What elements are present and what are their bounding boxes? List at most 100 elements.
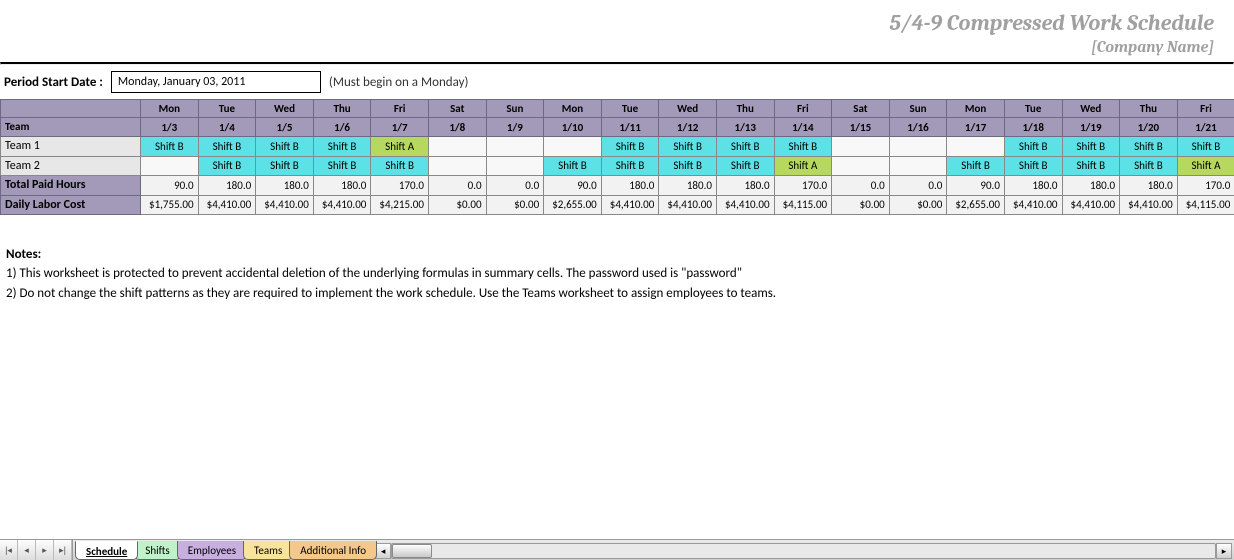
sheet-tabs-list: ScheduleShiftsEmployeesTeamsAdditional I… <box>73 541 373 560</box>
totals-value: 0.0 <box>486 176 544 195</box>
horizontal-scrollbar[interactable]: ◂ ▸ <box>375 542 1232 560</box>
totals-value: $0.00 <box>486 195 544 214</box>
shift-cell[interactable]: Shift B <box>659 156 717 175</box>
totals-value: 180.0 <box>1062 176 1120 195</box>
shift-cell[interactable]: Shift B <box>198 156 256 175</box>
shift-cell[interactable]: Shift B <box>1120 156 1178 175</box>
shift-cell[interactable]: Shift B <box>1004 137 1062 156</box>
header-dow: Wed <box>659 100 717 118</box>
scroll-left-button[interactable]: ◂ <box>375 543 391 559</box>
shift-cell[interactable]: Shift B <box>313 156 371 175</box>
header-date: 1/17 <box>947 118 1005 137</box>
period-start-input[interactable] <box>111 71 321 93</box>
period-start-label: Period Start Date : <box>4 75 103 90</box>
header-date: 1/13 <box>716 118 774 137</box>
shift-cell[interactable]: Shift B <box>198 137 256 156</box>
shift-cell[interactable]: Shift B <box>1062 156 1120 175</box>
shift-cell[interactable]: Shift B <box>601 156 659 175</box>
shift-cell[interactable]: Shift B <box>371 156 429 175</box>
header-date: 1/9 <box>486 118 544 137</box>
sheet-nav: |◂ ◂ ▸ ▸| <box>0 540 73 560</box>
sheet-nav-first-button[interactable]: |◂ <box>0 540 18 560</box>
shift-cell[interactable]: Shift B <box>1004 156 1062 175</box>
shift-cell[interactable]: Shift A <box>774 156 832 175</box>
totals-value: 170.0 <box>1177 176 1234 195</box>
header-dow: Fri <box>774 100 832 118</box>
shift-cell[interactable] <box>832 156 890 175</box>
table-head: MonTueWedThuFriSatSunMonTueWedThuFriSatS… <box>1 100 1234 137</box>
header-team-label: Team <box>1 118 141 137</box>
company-name: [Company Name] <box>20 38 1214 56</box>
sheet-nav-prev-button[interactable]: ◂ <box>18 540 36 560</box>
scroll-right-button[interactable]: ▸ <box>1216 543 1232 559</box>
sheet-tab-teams[interactable]: Teams <box>243 541 293 560</box>
totals-value: $4,410.00 <box>601 195 659 214</box>
totals-value: $4,115.00 <box>774 195 832 214</box>
shift-cell[interactable] <box>832 137 890 156</box>
totals-value: $4,215.00 <box>371 195 429 214</box>
header-date: 1/21 <box>1177 118 1234 137</box>
shift-cell[interactable] <box>947 137 1005 156</box>
shift-cell[interactable]: Shift B <box>544 156 602 175</box>
header-date: 1/8 <box>428 118 486 137</box>
shift-cell[interactable]: Shift B <box>256 137 314 156</box>
header-dow: Wed <box>256 100 314 118</box>
shift-cell[interactable]: Shift B <box>774 137 832 156</box>
team-row: Team 1Shift BShift BShift BShift BShift … <box>1 137 1234 156</box>
totals-value: 180.0 <box>313 176 371 195</box>
sheet-tab-shifts[interactable]: Shifts <box>134 541 180 560</box>
shift-cell[interactable] <box>141 156 199 175</box>
sheet-tab-addl[interactable]: Additional Info <box>289 541 377 560</box>
header-dow: Fri <box>1177 100 1234 118</box>
shift-cell[interactable]: Shift B <box>313 137 371 156</box>
shift-cell[interactable] <box>889 156 947 175</box>
header-date: 1/5 <box>256 118 314 137</box>
notes-block: Notes: 1) This worksheet is protected to… <box>0 215 1234 310</box>
scroll-thumb[interactable] <box>392 544 432 558</box>
sheet-nav-next-button[interactable]: ▸ <box>36 540 54 560</box>
header-dow: Mon <box>947 100 1005 118</box>
totals-value: 0.0 <box>428 176 486 195</box>
header-date: 1/7 <box>371 118 429 137</box>
totals-row: Total Paid Hours90.0180.0180.0180.0170.0… <box>1 176 1234 195</box>
schedule-table: MonTueWedThuFriSatSunMonTueWedThuFriSatS… <box>0 99 1234 215</box>
shift-cell[interactable]: Shift B <box>716 137 774 156</box>
notes-heading: Notes: <box>6 245 1228 265</box>
shift-cell[interactable] <box>486 156 544 175</box>
shift-cell[interactable]: Shift A <box>1177 156 1234 175</box>
totals-value: $4,410.00 <box>1004 195 1062 214</box>
team-name-cell: Team 1 <box>1 137 141 156</box>
totals-value: $4,410.00 <box>659 195 717 214</box>
shift-cell[interactable]: Shift B <box>601 137 659 156</box>
shift-cell[interactable]: Shift B <box>716 156 774 175</box>
shift-cell[interactable]: Shift B <box>141 137 199 156</box>
totals-value: 170.0 <box>371 176 429 195</box>
header-date: 1/10 <box>544 118 602 137</box>
scroll-track[interactable] <box>391 543 1216 559</box>
shift-cell[interactable] <box>428 156 486 175</box>
sheet-tab-schedule[interactable]: Schedule <box>75 541 138 560</box>
shift-cell[interactable] <box>428 137 486 156</box>
team-name-cell: Team 2 <box>1 156 141 175</box>
shift-cell[interactable] <box>486 137 544 156</box>
shift-cell[interactable]: Shift B <box>659 137 717 156</box>
header-dow: Sun <box>486 100 544 118</box>
shift-cell[interactable] <box>889 137 947 156</box>
shift-cell[interactable]: Shift B <box>1177 137 1234 156</box>
totals-label: Total Paid Hours <box>1 176 141 195</box>
totals-value: 180.0 <box>601 176 659 195</box>
shift-cell[interactable] <box>544 137 602 156</box>
shift-cell[interactable]: Shift B <box>256 156 314 175</box>
totals-value: $0.00 <box>428 195 486 214</box>
totals-value: $0.00 <box>889 195 947 214</box>
shift-cell[interactable]: Shift B <box>1120 137 1178 156</box>
header-date: 1/16 <box>889 118 947 137</box>
header-dow: Sat <box>428 100 486 118</box>
sheet-nav-last-button[interactable]: ▸| <box>54 540 72 560</box>
totals-value: $4,410.00 <box>716 195 774 214</box>
shift-cell[interactable]: Shift B <box>1062 137 1120 156</box>
shift-cell[interactable]: Shift A <box>371 137 429 156</box>
sheet-tab-employees[interactable]: Employees <box>177 541 247 560</box>
shift-cell[interactable]: Shift B <box>947 156 1005 175</box>
totals-value: $1,755.00 <box>141 195 199 214</box>
